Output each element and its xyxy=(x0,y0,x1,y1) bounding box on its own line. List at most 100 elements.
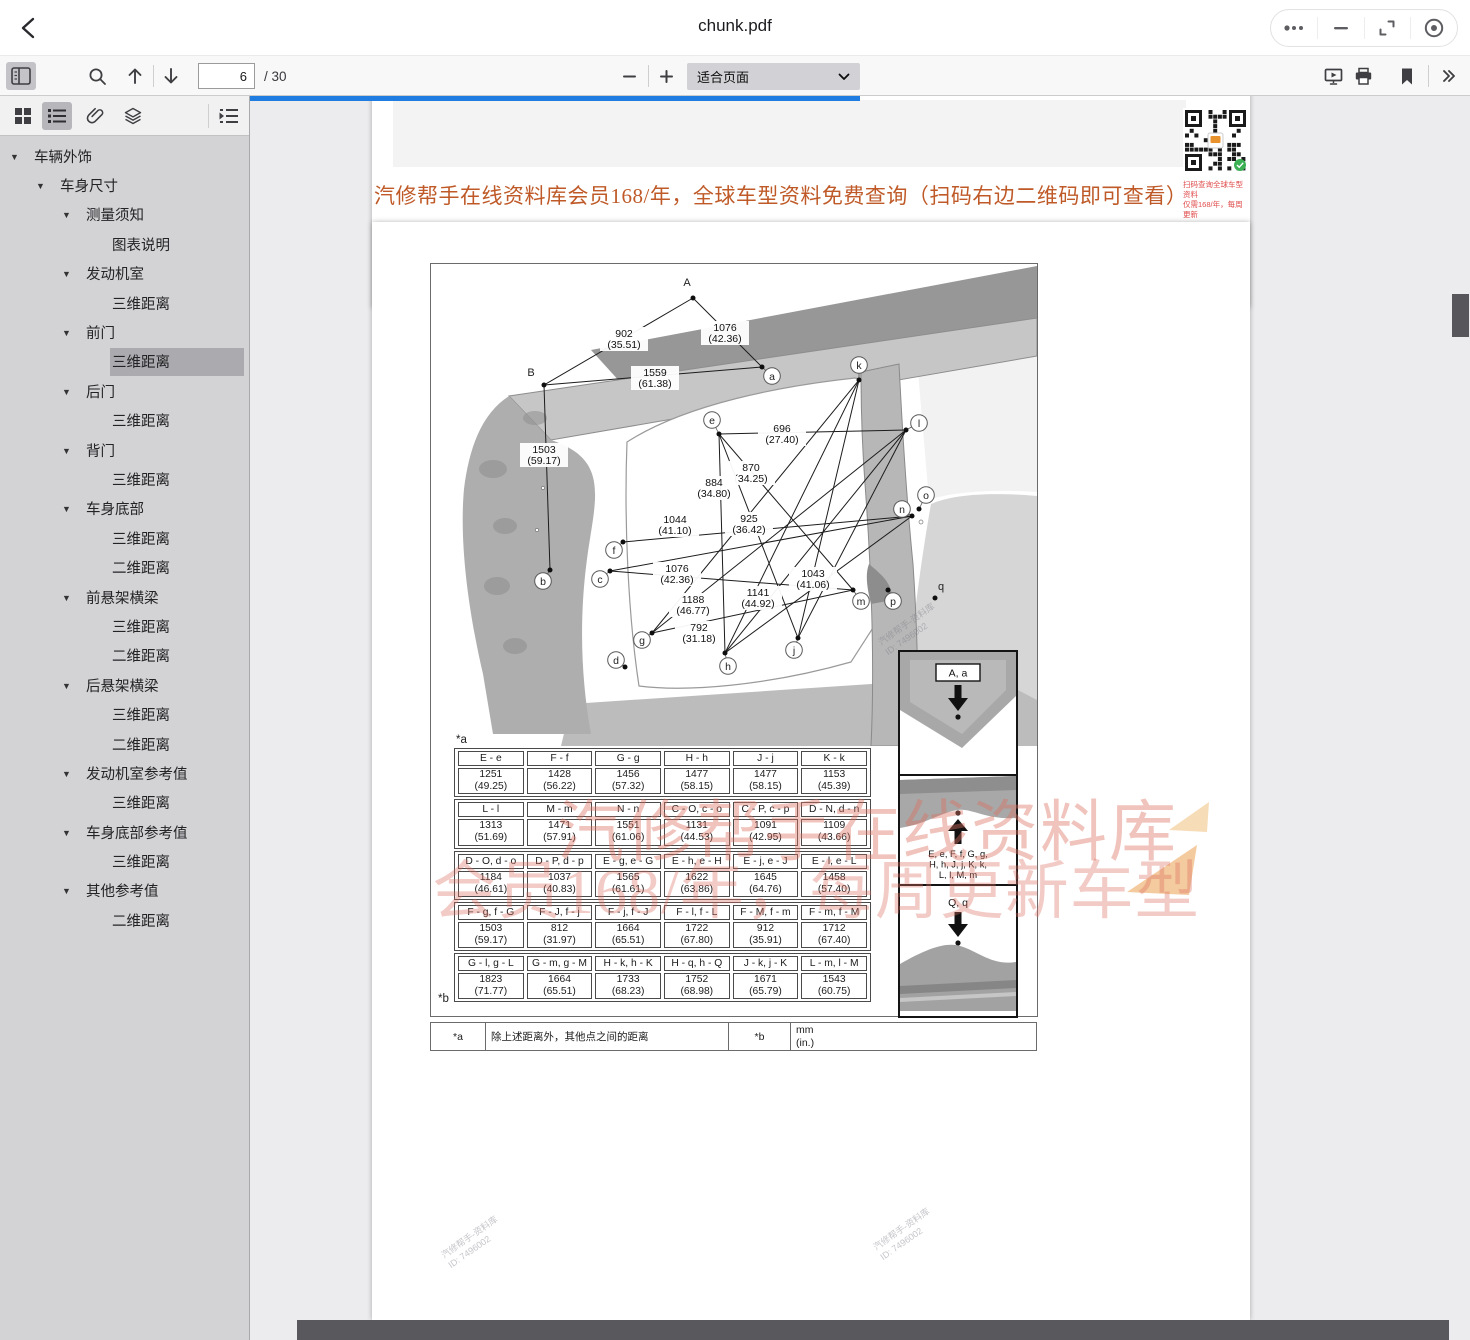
minimize-button[interactable] xyxy=(1317,17,1364,39)
outline-item-label: 二维距离 xyxy=(110,907,178,935)
distance-value-cell: 1153(45.39) xyxy=(801,768,867,794)
zoom-select[interactable]: 适合页面 xyxy=(687,63,860,90)
legend-a-desc: 除上述距离外，其他点之间的距离 xyxy=(486,1023,729,1051)
svg-text:A, a: A, a xyxy=(949,668,968,680)
outline-item[interactable]: 三维距离 xyxy=(0,348,249,377)
outline-item[interactable]: ▼后门 xyxy=(0,377,249,406)
collapse-arrow-icon[interactable]: ▼ xyxy=(62,769,84,779)
svg-text:B: B xyxy=(527,367,534,379)
collapse-arrow-icon[interactable]: ▼ xyxy=(62,886,84,896)
outline-view-button[interactable] xyxy=(42,102,72,130)
outline-item-label: 二维距离 xyxy=(110,554,178,582)
print-button[interactable] xyxy=(1348,62,1378,90)
outline-item[interactable]: 三维距离 xyxy=(0,524,249,553)
distance-pair-header: J - j xyxy=(733,751,799,766)
distance-value-cell: 1251(49.25) xyxy=(458,768,524,794)
layers-view-button[interactable] xyxy=(118,102,148,130)
plus-icon xyxy=(659,69,674,84)
expand-button[interactable] xyxy=(1364,17,1411,39)
sidebar: ▼车辆外饰▼车身尺寸▼测量须知图表说明▼发动机室三维距离▼前门三维距离▼后门三维… xyxy=(0,96,250,1340)
distance-value-cell: 1733(68.23) xyxy=(595,973,661,999)
distance-value-cell: 1458(57.40) xyxy=(801,871,867,897)
outline-item[interactable]: 三维距离 xyxy=(0,612,249,641)
collapse-arrow-icon[interactable]: ▼ xyxy=(62,504,84,514)
outline-item[interactable]: 三维距离 xyxy=(0,789,249,818)
footnote-a-marker: *a xyxy=(456,734,467,746)
outline-item[interactable]: ▼测量须知 xyxy=(0,201,249,230)
outline-item[interactable]: 图表说明 xyxy=(0,230,249,259)
outline-item[interactable]: 二维距离 xyxy=(0,642,249,671)
presentation-mode-button[interactable] xyxy=(1318,62,1348,90)
arrow-up-icon xyxy=(127,67,143,85)
outline-item[interactable]: ▼发动机室参考值 xyxy=(0,759,249,788)
outline-item[interactable]: ▼其他参考值 xyxy=(0,877,249,906)
distance-table-group: F - g, f - GF - J, f - jF - j, f - JF - … xyxy=(454,902,871,951)
qr-block: 扫码查询全球车型资料 仅需168/年，每周更新 xyxy=(1183,108,1249,221)
thumbnails-view-button[interactable] xyxy=(8,102,38,130)
outline-item[interactable]: 二维距离 xyxy=(0,730,249,759)
sidebar-toggle-button[interactable] xyxy=(6,62,36,90)
attachments-view-button[interactable] xyxy=(80,102,110,130)
outline-item[interactable]: 三维距离 xyxy=(0,407,249,436)
find-button[interactable] xyxy=(82,62,112,90)
collapse-arrow-icon[interactable]: ▼ xyxy=(62,269,84,279)
collapse-arrow-icon[interactable]: ▼ xyxy=(10,152,32,162)
outline-item[interactable]: ▼发动机室 xyxy=(0,260,249,289)
collapse-arrow-icon[interactable]: ▼ xyxy=(62,446,84,456)
arrow-down-icon xyxy=(163,67,179,85)
outline-item[interactable]: 三维距离 xyxy=(0,289,249,318)
outline-item[interactable]: ▼背门 xyxy=(0,436,249,465)
zoom-out-button[interactable] xyxy=(614,62,644,90)
distance-value-cell: 1551(61.06) xyxy=(595,819,661,845)
previous-page-button[interactable] xyxy=(120,62,150,90)
zoom-in-button[interactable] xyxy=(651,62,681,90)
outline-item[interactable]: ▼车身底部 xyxy=(0,495,249,524)
current-outline-item-icon xyxy=(219,107,239,125)
collapse-arrow-icon[interactable]: ▼ xyxy=(62,593,84,603)
legend-table: *a 除上述距离外，其他点之间的距离 *b mm (in.) xyxy=(430,1022,1037,1051)
current-outline-item-button[interactable] xyxy=(214,102,244,130)
record-button[interactable] xyxy=(1410,17,1457,39)
outline-item[interactable]: 三维距离 xyxy=(0,847,249,876)
next-page-button[interactable] xyxy=(156,62,186,90)
outline-item[interactable]: 三维距离 xyxy=(0,700,249,729)
svg-text:(42.36): (42.36) xyxy=(708,333,741,345)
outline-item[interactable]: ▼前悬架横梁 xyxy=(0,583,249,612)
collapse-arrow-icon[interactable]: ▼ xyxy=(62,387,84,397)
distance-pair-header: J - k, j - K xyxy=(733,956,799,971)
outline-tree: ▼车辆外饰▼车身尺寸▼测量须知图表说明▼发动机室三维距离▼前门三维距离▼后门三维… xyxy=(0,142,249,936)
outline-item[interactable]: ▼车身底部参考值 xyxy=(0,818,249,847)
minus-icon xyxy=(622,69,637,84)
outline-item[interactable]: ▼车身尺寸 xyxy=(0,171,249,200)
distance-value-cell: 1131(44.53) xyxy=(664,819,730,845)
distance-table-group: G - l, g - LG - m, g - MH - k, h - KH - … xyxy=(454,953,871,1002)
collapse-arrow-icon[interactable]: ▼ xyxy=(62,828,84,838)
outline-item[interactable]: ▼前门 xyxy=(0,318,249,347)
outline-item[interactable]: 三维距离 xyxy=(0,465,249,494)
collapse-arrow-icon[interactable]: ▼ xyxy=(62,210,84,220)
outline-item-label: 前门 xyxy=(84,319,123,347)
svg-text:g: g xyxy=(639,635,645,647)
bookmark-button[interactable] xyxy=(1392,62,1422,90)
vertical-scrollbar-thumb[interactable] xyxy=(1452,294,1469,337)
outline-item[interactable]: 二维距离 xyxy=(0,553,249,582)
outline-item-label: 发动机室参考值 xyxy=(84,760,196,788)
outline-item[interactable]: 二维距离 xyxy=(0,906,249,935)
collapse-arrow-icon[interactable]: ▼ xyxy=(62,328,84,338)
collapse-arrow-icon[interactable]: ▼ xyxy=(36,181,58,191)
outline-item[interactable]: ▼车辆外饰 xyxy=(0,142,249,171)
distance-pair-header: E - j, e - J xyxy=(733,854,799,869)
distance-pair-header: E - l, e - L xyxy=(801,854,867,869)
outline-item[interactable]: ▼后悬架横梁 xyxy=(0,671,249,700)
measurement-label: 696(27.40) xyxy=(758,422,806,446)
page-number-input[interactable] xyxy=(198,63,255,89)
svg-text:(41.10): (41.10) xyxy=(658,525,691,537)
outline-item-label: 三维距离 xyxy=(110,290,178,318)
more-dots-icon xyxy=(1282,17,1306,39)
toolbar-divider xyxy=(648,65,649,87)
more-tools-button[interactable] xyxy=(1434,62,1464,90)
distance-value-cell: 1184(46.61) xyxy=(458,871,524,897)
pdf-viewer[interactable]: 汽修帮手在线资料库会员168/年，全球车型资料免费查询（扫码右边二维码即可查看）… xyxy=(250,96,1470,1340)
collapse-arrow-icon[interactable]: ▼ xyxy=(62,681,84,691)
more-menu-button[interactable] xyxy=(1271,17,1317,39)
